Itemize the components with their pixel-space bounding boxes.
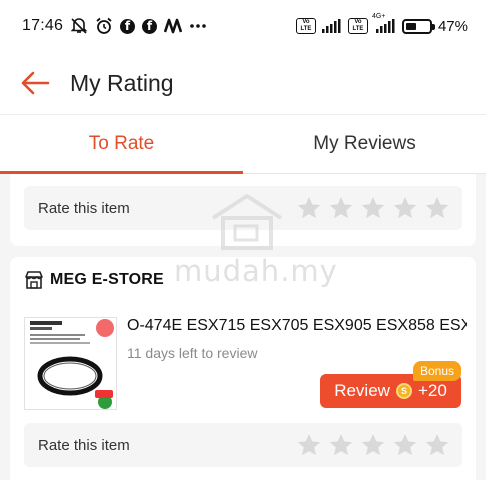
bonus-badge: Bonus xyxy=(413,361,461,381)
facebook-icon: f xyxy=(142,18,158,34)
arrow-left-icon xyxy=(21,71,50,95)
volte-icon: Vo LTE xyxy=(295,18,316,34)
tab-my-reviews[interactable]: My Reviews xyxy=(243,115,486,173)
page-title: My Rating xyxy=(70,69,174,96)
reward-amount: +20 xyxy=(417,381,447,400)
signal-icon: 4G+ xyxy=(372,13,396,33)
store-name: MEG E-STORE xyxy=(50,271,164,288)
rate-item-label: Rate this item xyxy=(38,436,130,454)
rate-item-row: Rate this item xyxy=(24,423,462,467)
star-icon[interactable] xyxy=(328,432,354,458)
star-icon[interactable] xyxy=(296,432,322,458)
battery-icon xyxy=(401,18,435,34)
signal-icon xyxy=(321,19,342,33)
tab-bar: To Rate My Reviews xyxy=(0,114,486,174)
more-dots-icon xyxy=(189,23,207,29)
star-icon[interactable] xyxy=(360,432,386,458)
product-thumbnail[interactable] xyxy=(24,317,117,410)
network-type: 4G+ xyxy=(371,13,386,20)
battery-fill xyxy=(405,22,417,30)
star-icon[interactable] xyxy=(424,195,450,221)
product-name[interactable]: O-474E ESX715 ESX705 ESX905 ESX858 ESX xyxy=(127,317,467,335)
days-left-text: 11 days left to review xyxy=(127,345,258,361)
volte-icon: Vo LTE xyxy=(347,18,368,34)
battery-percent: 47% xyxy=(437,17,468,35)
mute-icon xyxy=(70,17,88,35)
review-label: Review xyxy=(334,381,390,400)
star-icon[interactable] xyxy=(392,195,418,221)
shop-icon xyxy=(25,271,43,289)
app-icon xyxy=(164,18,183,34)
alarm-icon xyxy=(95,17,113,35)
star-icon[interactable] xyxy=(360,195,386,221)
facebook-icon: f xyxy=(120,18,136,34)
status-time: 17:46 xyxy=(22,17,64,34)
star-rating[interactable] xyxy=(296,195,450,221)
coin-icon: S xyxy=(395,383,412,399)
star-rating[interactable] xyxy=(296,432,450,458)
volte-label: Vo LTE xyxy=(300,19,312,32)
star-icon[interactable] xyxy=(392,432,418,458)
star-icon[interactable] xyxy=(424,432,450,458)
rating-card: Rate this item xyxy=(10,174,476,246)
store-header[interactable]: MEG E-STORE xyxy=(24,270,164,290)
rate-item-label: Rate this item xyxy=(38,199,130,217)
volte-label: Vo LTE xyxy=(352,19,364,32)
star-icon[interactable] xyxy=(296,195,322,221)
app-header: My Rating xyxy=(0,52,486,114)
tab-to-rate[interactable]: To Rate xyxy=(0,115,243,174)
back-button[interactable] xyxy=(0,52,70,114)
store-card: MEG E-STORE O-474E ESX715 ESX705 ESX905 … xyxy=(10,257,476,480)
rate-item-row: Rate this item xyxy=(24,186,462,230)
star-icon[interactable] xyxy=(328,195,354,221)
status-bar: 17:46 f f Vo LTE Vo LTE 4G+ 47% xyxy=(0,0,486,52)
product-image xyxy=(25,318,116,409)
